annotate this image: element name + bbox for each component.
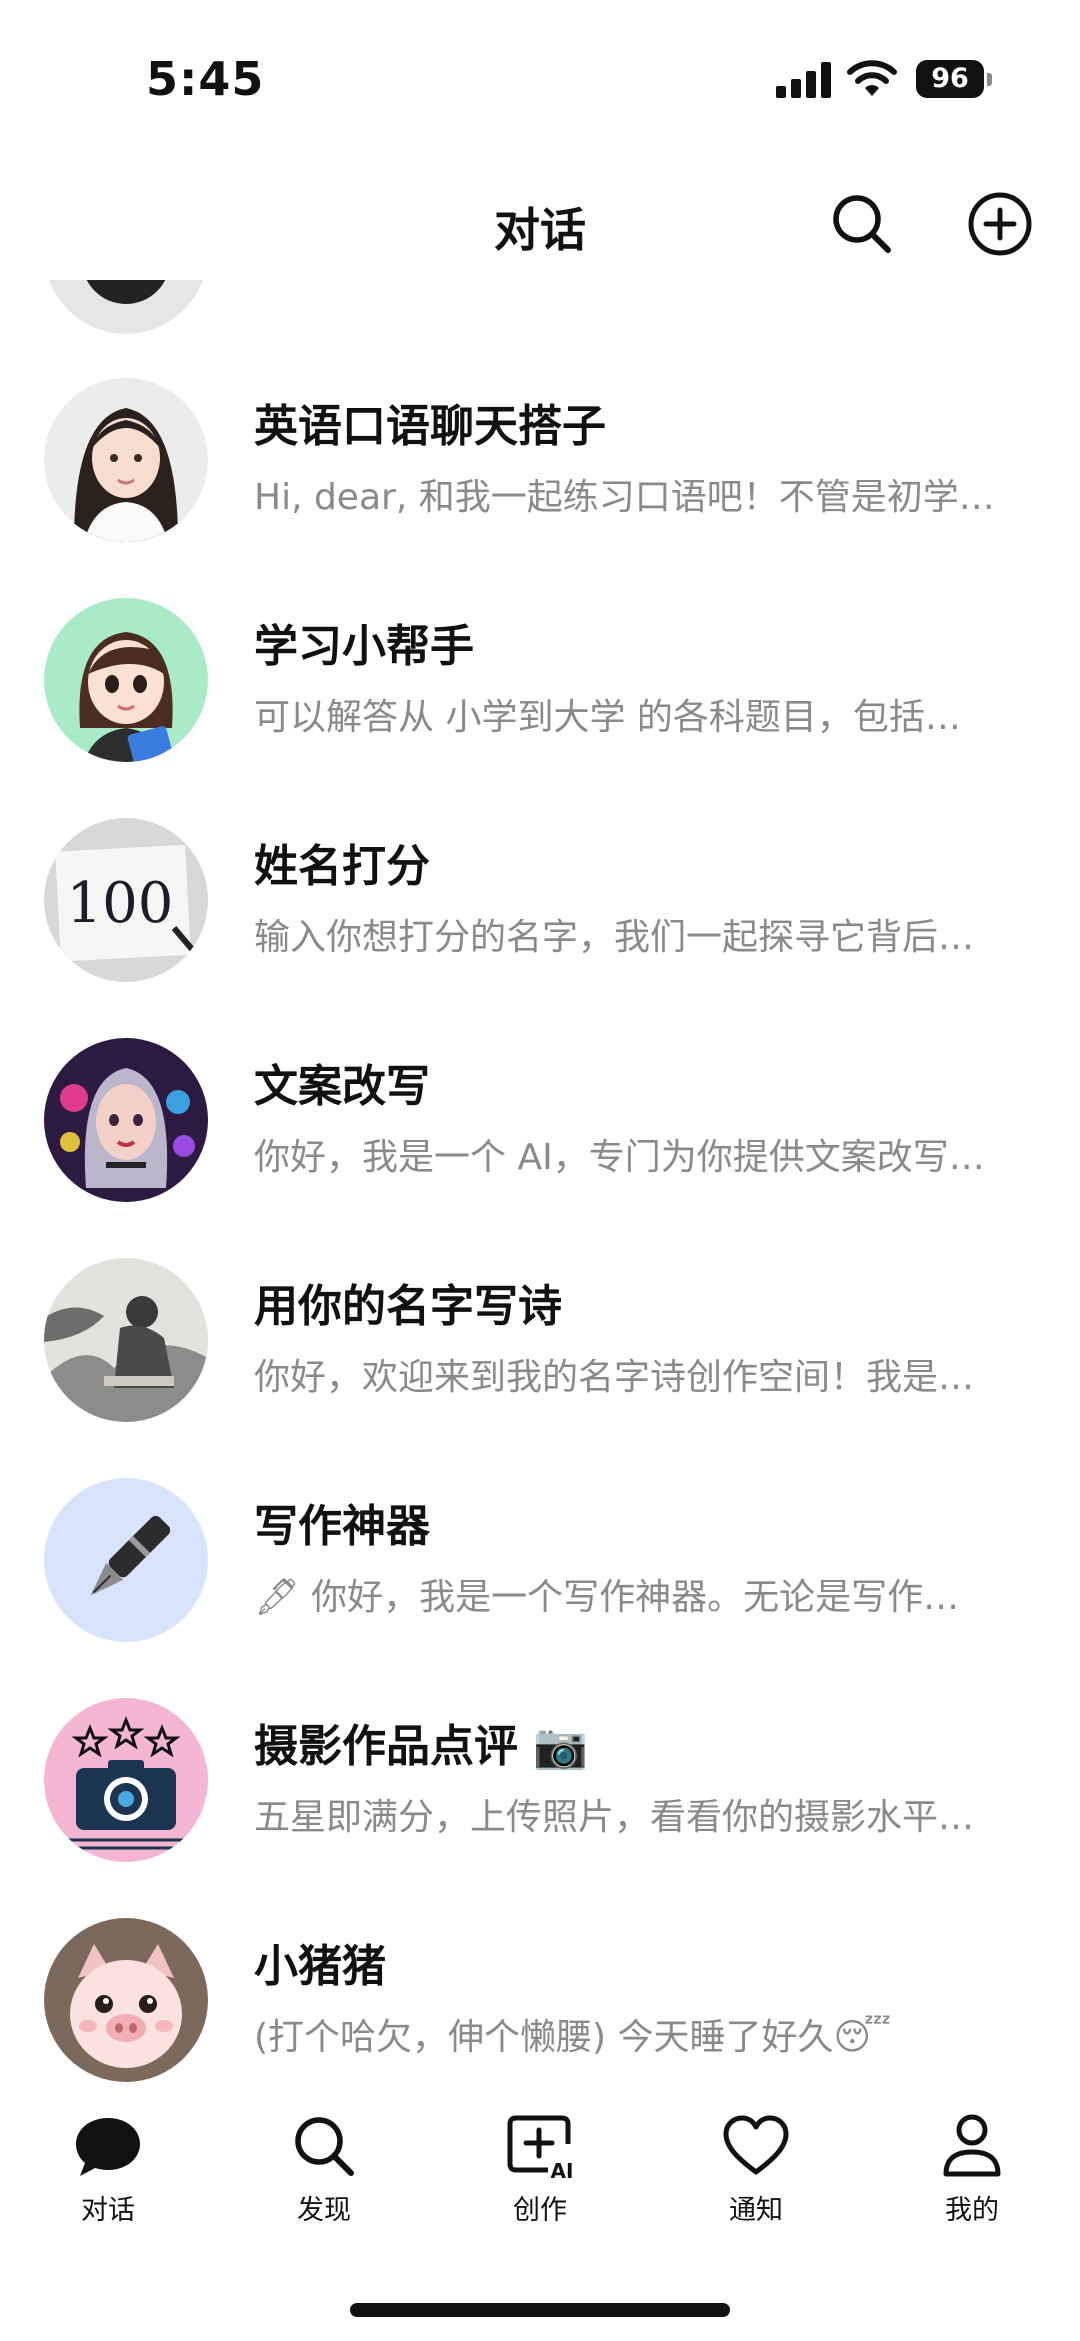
tab-label: 创作 <box>513 2195 567 2226</box>
chat-item[interactable]: 英语口语聊天搭子 Hi, dear, 和我一起练习口语吧！不管是初学… <box>0 378 1080 598</box>
chat-item[interactable]: 文案改写 你好，我是一个 AI，专门为你提供文案改写… <box>0 1038 1080 1258</box>
chat-name: 写作神器 <box>254 1501 430 1552</box>
chat-list[interactable]: 英语口语聊天搭子 Hi, dear, 和我一起练习口语吧！不管是初学… 学习小帮… <box>0 280 1080 2090</box>
tab-profile[interactable]: 我的 <box>892 2110 1052 2240</box>
status-time: 5:45 <box>146 52 265 106</box>
status-bar: 5:45 96 <box>0 0 1080 150</box>
chat-preview: 🖋 你好，我是一个写作神器。无论是写作… <box>254 1577 960 1618</box>
chat-avatar <box>44 598 208 762</box>
new-chat-button[interactable] <box>964 188 1036 260</box>
chat-name: 小猪猪 <box>254 1941 386 1992</box>
chat-name: 学习小帮手 <box>254 621 474 672</box>
tab-notifications[interactable]: 通知 <box>676 2110 836 2240</box>
wifi-icon <box>847 60 897 96</box>
tab-label: 通知 <box>729 2195 783 2226</box>
tab-label: 对话 <box>81 2195 135 2226</box>
ai-create-icon: AI <box>507 2115 574 2182</box>
home-indicator[interactable] <box>350 2303 730 2317</box>
chat-avatar <box>44 1918 208 2082</box>
chat-name: 摄影作品点评 📷 <box>254 1721 589 1772</box>
tab-discover[interactable]: 发现 <box>244 2110 404 2240</box>
battery-level: 96 <box>916 60 984 98</box>
chat-preview: Hi, dear, 和我一起练习口语吧！不管是初学… <box>254 477 995 518</box>
score-text: 100 <box>67 871 174 936</box>
chat-item[interactable]: 用你的名字写诗 你好，欢迎来到我的名字诗创作空间！我是… <box>0 1258 1080 1478</box>
chat-avatar <box>44 1478 208 1642</box>
svg-text:AI: AI <box>551 2159 574 2182</box>
chat-name: 用你的名字写诗 <box>254 1281 562 1332</box>
chat-preview: 可以解答从 小学到大学 的各科题目，包括… <box>254 697 961 738</box>
search-icon <box>295 2117 354 2176</box>
chat-avatar <box>44 280 208 334</box>
chat-preview: 输入你想打分的名字，我们一起探寻它背后… <box>254 917 975 958</box>
chat-preview: 你好，欢迎来到我的名字诗创作空间！我是… <box>254 1357 975 1398</box>
person-icon <box>943 2114 1001 2177</box>
chat-name: 文案改写 <box>254 1061 430 1112</box>
chat-preview: 五星即满分，上传照片，看看你的摄影水平… <box>254 1797 975 1838</box>
chat-preview: (打个哈欠，伸个懒腰) 今天睡了好久😴 <box>254 2017 892 2058</box>
battery-indicator: 96 <box>916 60 992 98</box>
tab-label: 发现 <box>297 2195 351 2226</box>
chat-avatar <box>44 1038 208 1202</box>
chat-item[interactable]: 学习小帮手 可以解答从 小学到大学 的各科题目，包括… <box>0 598 1080 818</box>
search-button[interactable] <box>826 188 898 260</box>
tab-create[interactable]: AI 创作 <box>460 2110 620 2240</box>
bottom-tab-bar: 对话 发现 AI 创作 通知 我的 <box>0 2110 1080 2240</box>
chat-avatar: 100 <box>44 818 208 982</box>
chat-avatar <box>44 378 208 542</box>
cellular-signal-icon <box>776 62 831 98</box>
chat-bubble-icon <box>76 2118 140 2176</box>
chat-item[interactable]: 摄影作品点评 📷 五星即满分，上传照片，看看你的摄影水平… <box>0 1698 1080 1918</box>
chat-avatar <box>44 1698 208 1862</box>
chat-item[interactable]: 100 姓名打分 输入你想打分的名字，我们一起探寻它背后… <box>0 818 1080 1038</box>
chat-preview: 你好，我是一个 AI，专门为你提供文案改写… <box>254 1137 985 1178</box>
header: 对话 <box>0 170 1080 280</box>
chat-item[interactable]: 小猪猪 (打个哈欠，伸个懒腰) 今天睡了好久😴 <box>0 1918 1080 2090</box>
chat-avatar <box>44 1258 208 1422</box>
chat-item[interactable]: 写作神器 🖋 你好，我是一个写作神器。无论是写作… <box>0 1478 1080 1698</box>
tab-chat[interactable]: 对话 <box>28 2110 188 2240</box>
heart-icon <box>723 2115 789 2175</box>
chat-name: 英语口语聊天搭子 <box>254 401 606 452</box>
tab-label: 我的 <box>945 2195 999 2226</box>
chat-name: 姓名打分 <box>254 841 430 892</box>
page-title: 对话 <box>494 203 586 257</box>
chat-item-partial[interactable] <box>0 280 1080 334</box>
